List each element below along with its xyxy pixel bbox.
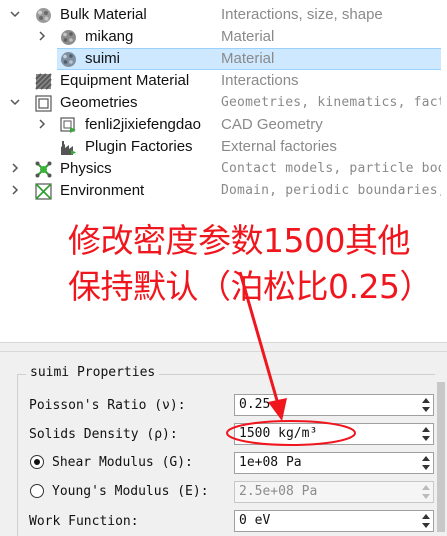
- spin-arrows-icon: [422, 485, 430, 499]
- annotation-text: 修改密度参数1500其他保持默认（泊松比0.25）: [68, 221, 432, 306]
- properties-title: suimi Properties: [26, 365, 160, 380]
- work-function-value: 0 eV: [239, 513, 271, 528]
- poisson-ratio-input[interactable]: 0.25: [234, 394, 434, 416]
- properties-panel: suimi Properties Poisson's Ratio (ν): 0.…: [0, 352, 447, 536]
- material-sphere-icon: [61, 52, 76, 67]
- youngs-modulus-label: Young's Modulus (E):: [52, 484, 209, 499]
- tree-scrollbar[interactable]: [441, 0, 447, 342]
- tree-label: mikang: [85, 28, 134, 45]
- physics-icon: [35, 161, 52, 178]
- spin-arrows-icon[interactable]: [420, 512, 432, 530]
- poisson-ratio-label: Poisson's Ratio (ν):: [29, 398, 186, 413]
- chevron-right-icon[interactable]: [36, 30, 48, 42]
- tree-row-suimi[interactable]: suimi Material: [0, 48, 447, 70]
- tree-label: Geometries: [60, 94, 138, 111]
- environment-icon: [35, 183, 52, 200]
- youngs-modulus-input: 2.5e+08 Pa: [234, 481, 434, 503]
- material-sphere-icon: [61, 30, 76, 45]
- tree-row-bulk-material[interactable]: Bulk Material Interactions, size, shape: [0, 4, 447, 26]
- chevron-right-icon[interactable]: [36, 118, 48, 130]
- chevron-down-icon[interactable]: [9, 96, 21, 108]
- tree-label: Physics: [60, 160, 112, 177]
- spin-arrows-icon[interactable]: [420, 454, 432, 472]
- plugin-factory-icon: [61, 141, 76, 155]
- geometries-icon: [35, 95, 52, 112]
- chevron-down-icon[interactable]: [9, 8, 21, 20]
- panel-splitter[interactable]: [0, 342, 447, 352]
- tree-desc: Interactions: [221, 72, 299, 89]
- tree-row-mikang[interactable]: mikang Material: [0, 26, 447, 48]
- youngs-modulus-radio[interactable]: [30, 484, 44, 498]
- spin-arrows-icon[interactable]: [420, 425, 432, 443]
- tree-desc: Interactions, size, shape: [221, 6, 383, 23]
- tree-desc: Domain, periodic boundaries,: [221, 183, 446, 198]
- spin-arrows-icon[interactable]: [420, 396, 432, 414]
- shear-modulus-value: 1e+08 Pa: [239, 455, 302, 470]
- chevron-right-icon[interactable]: [9, 184, 21, 196]
- solids-density-input[interactable]: 1500 kg/m³: [234, 423, 434, 445]
- tree-label: suimi: [85, 50, 121, 67]
- cad-geometry-icon: [60, 117, 76, 133]
- work-function-label: Work Function:: [29, 514, 139, 529]
- tree-label: Environment: [60, 182, 145, 199]
- tree-row-equipment-material[interactable]: Equipment Material Interactions: [0, 70, 447, 92]
- tree-row-fenli2jixiefengdao[interactable]: fenli2jixiefengdao CAD Geometry: [0, 114, 447, 136]
- tree-row-plugin-factories[interactable]: Plugin Factories External factories: [0, 136, 447, 158]
- poisson-ratio-value: 0.25: [239, 397, 271, 412]
- scrollbar-thumb[interactable]: [437, 382, 445, 532]
- tree-desc: CAD Geometry: [221, 116, 323, 133]
- tree-desc: Material: [221, 28, 275, 45]
- solids-density-label: Solids Density (ρ):: [29, 427, 178, 442]
- bulk-material-icon: [36, 8, 51, 23]
- tree-desc: Contact models, particle body: [221, 161, 447, 176]
- tree-desc: Material: [221, 50, 275, 67]
- shear-modulus-label: Shear Modulus (G):: [52, 455, 193, 470]
- tree-desc: Geometries, kinematics, facto: [221, 95, 447, 110]
- tree-desc: External factories: [221, 138, 337, 155]
- tree-label: Plugin Factories: [85, 138, 193, 155]
- tree-row-physics[interactable]: Physics Contact models, particle body: [0, 158, 447, 180]
- tree-label: Bulk Material: [60, 6, 147, 23]
- shear-modulus-radio[interactable]: [30, 455, 44, 469]
- properties-scrollbar[interactable]: [435, 352, 447, 536]
- work-function-input[interactable]: 0 eV: [234, 510, 434, 532]
- chevron-right-icon[interactable]: [9, 162, 21, 174]
- solids-density-value: 1500 kg/m³: [239, 426, 318, 441]
- tree-row-environment[interactable]: Environment Domain, periodic boundaries,: [0, 180, 447, 202]
- tree-label: Equipment Material: [60, 72, 190, 89]
- tree-label: fenli2jixiefengdao: [85, 116, 201, 133]
- youngs-modulus-value: 2.5e+08 Pa: [239, 484, 318, 499]
- shear-modulus-input[interactable]: 1e+08 Pa: [234, 452, 434, 474]
- equipment-material-icon: [35, 73, 52, 90]
- tree-row-geometries[interactable]: Geometries Geometries, kinematics, facto: [0, 92, 447, 114]
